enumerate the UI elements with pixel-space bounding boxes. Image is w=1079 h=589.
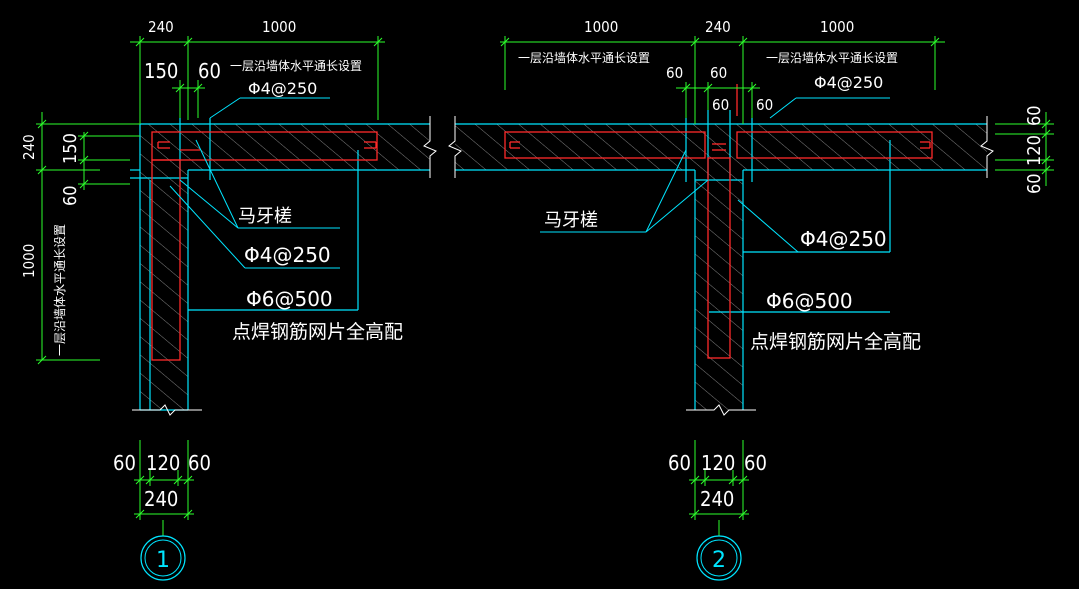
detail-1-dim-bottom-120: 120	[146, 451, 180, 475]
detail-1-dim-150: 150	[144, 59, 178, 83]
detail-1-label-mayacha: 马牙槎	[238, 206, 292, 227]
detail-2-dim-top-1000-right: 1000	[820, 18, 854, 36]
detail-2-number: 2	[712, 548, 726, 573]
detail-2-dim-bottom-60b: 60	[744, 451, 767, 475]
detail-1-note-left: 一层沿墙体水平通长设置	[53, 224, 67, 356]
detail-1-label-rebar-b: Φ6@500	[246, 287, 333, 311]
detail-1-number: 1	[156, 548, 170, 573]
detail-1-label-rebar-a: Φ4@250	[244, 243, 331, 267]
drawing-canvas: 240 1000 150 60 一层沿墙体水平通长设置 Φ4@250 240 1…	[20, 18, 1054, 581]
detail-1-dim-left-1000: 1000	[20, 244, 38, 278]
detail-2-label-mesh: 点焊钢筋网片全高配	[750, 331, 921, 353]
detail-1-dimension-lines	[36, 36, 385, 520]
detail-1-rebar-top: Φ4@250	[248, 79, 317, 98]
detail-2-dim-top-240: 240	[705, 18, 731, 36]
detail-1-dim-top-1000: 1000	[262, 18, 296, 36]
detail-2-dim-60-b: 60	[710, 64, 727, 82]
detail-1-dim-top-240: 240	[148, 18, 174, 36]
detail-2-dim-60-c: 60	[712, 96, 729, 114]
detail-2-wall-hatch	[455, 124, 987, 410]
detail-2-label-rebar-a: Φ4@250	[800, 227, 887, 251]
detail-2-dim-bottom-60a: 60	[668, 451, 691, 475]
detail-1-dim-left-240: 240	[20, 134, 38, 160]
detail-1-dim-60: 60	[198, 59, 221, 83]
detail-1-dim-left-60: 60	[60, 185, 81, 206]
detail-2-dimension-lines	[500, 36, 1054, 520]
detail-2-dim-60-d: 60	[756, 96, 773, 114]
detail-2-label-mayacha: 马牙槎	[544, 210, 598, 231]
detail-2-label-rebar-b: Φ6@500	[766, 289, 853, 313]
detail-2-rebar-top: Φ4@250	[814, 73, 883, 92]
detail-1-label-mesh: 点焊钢筋网片全高配	[232, 321, 403, 343]
detail-1-dim-bottom-60a: 60	[113, 451, 136, 475]
detail-1-dim-bottom-240: 240	[144, 487, 178, 511]
detail-2: 1000 240 1000 一层沿墙体水平通长设置 一层沿墙体水平通长设置 Φ4…	[448, 18, 1054, 581]
detail-2-dim-bottom-240: 240	[700, 487, 734, 511]
detail-2-dim-right-60-bottom: 60	[1024, 173, 1045, 194]
detail-1: 240 1000 150 60 一层沿墙体水平通长设置 Φ4@250 240 1…	[20, 18, 437, 581]
detail-2-dim-bottom-120: 120	[701, 451, 735, 475]
detail-2-note-top-left: 一层沿墙体水平通长设置	[518, 51, 650, 65]
detail-1-dim-bottom-60b: 60	[188, 451, 211, 475]
detail-2-note-top-right: 一层沿墙体水平通长设置	[766, 51, 898, 65]
detail-2-dim-top-1000-left: 1000	[584, 18, 618, 36]
detail-1-dim-left-150: 150	[60, 133, 81, 164]
detail-2-dim-right-120: 120	[1024, 135, 1045, 166]
detail-2-dim-60-a: 60	[666, 64, 683, 82]
detail-1-note-top: 一层沿墙体水平通长设置	[230, 59, 362, 73]
detail-1-wall-hatch	[140, 124, 430, 410]
detail-2-dim-right-60-top: 60	[1024, 105, 1045, 126]
